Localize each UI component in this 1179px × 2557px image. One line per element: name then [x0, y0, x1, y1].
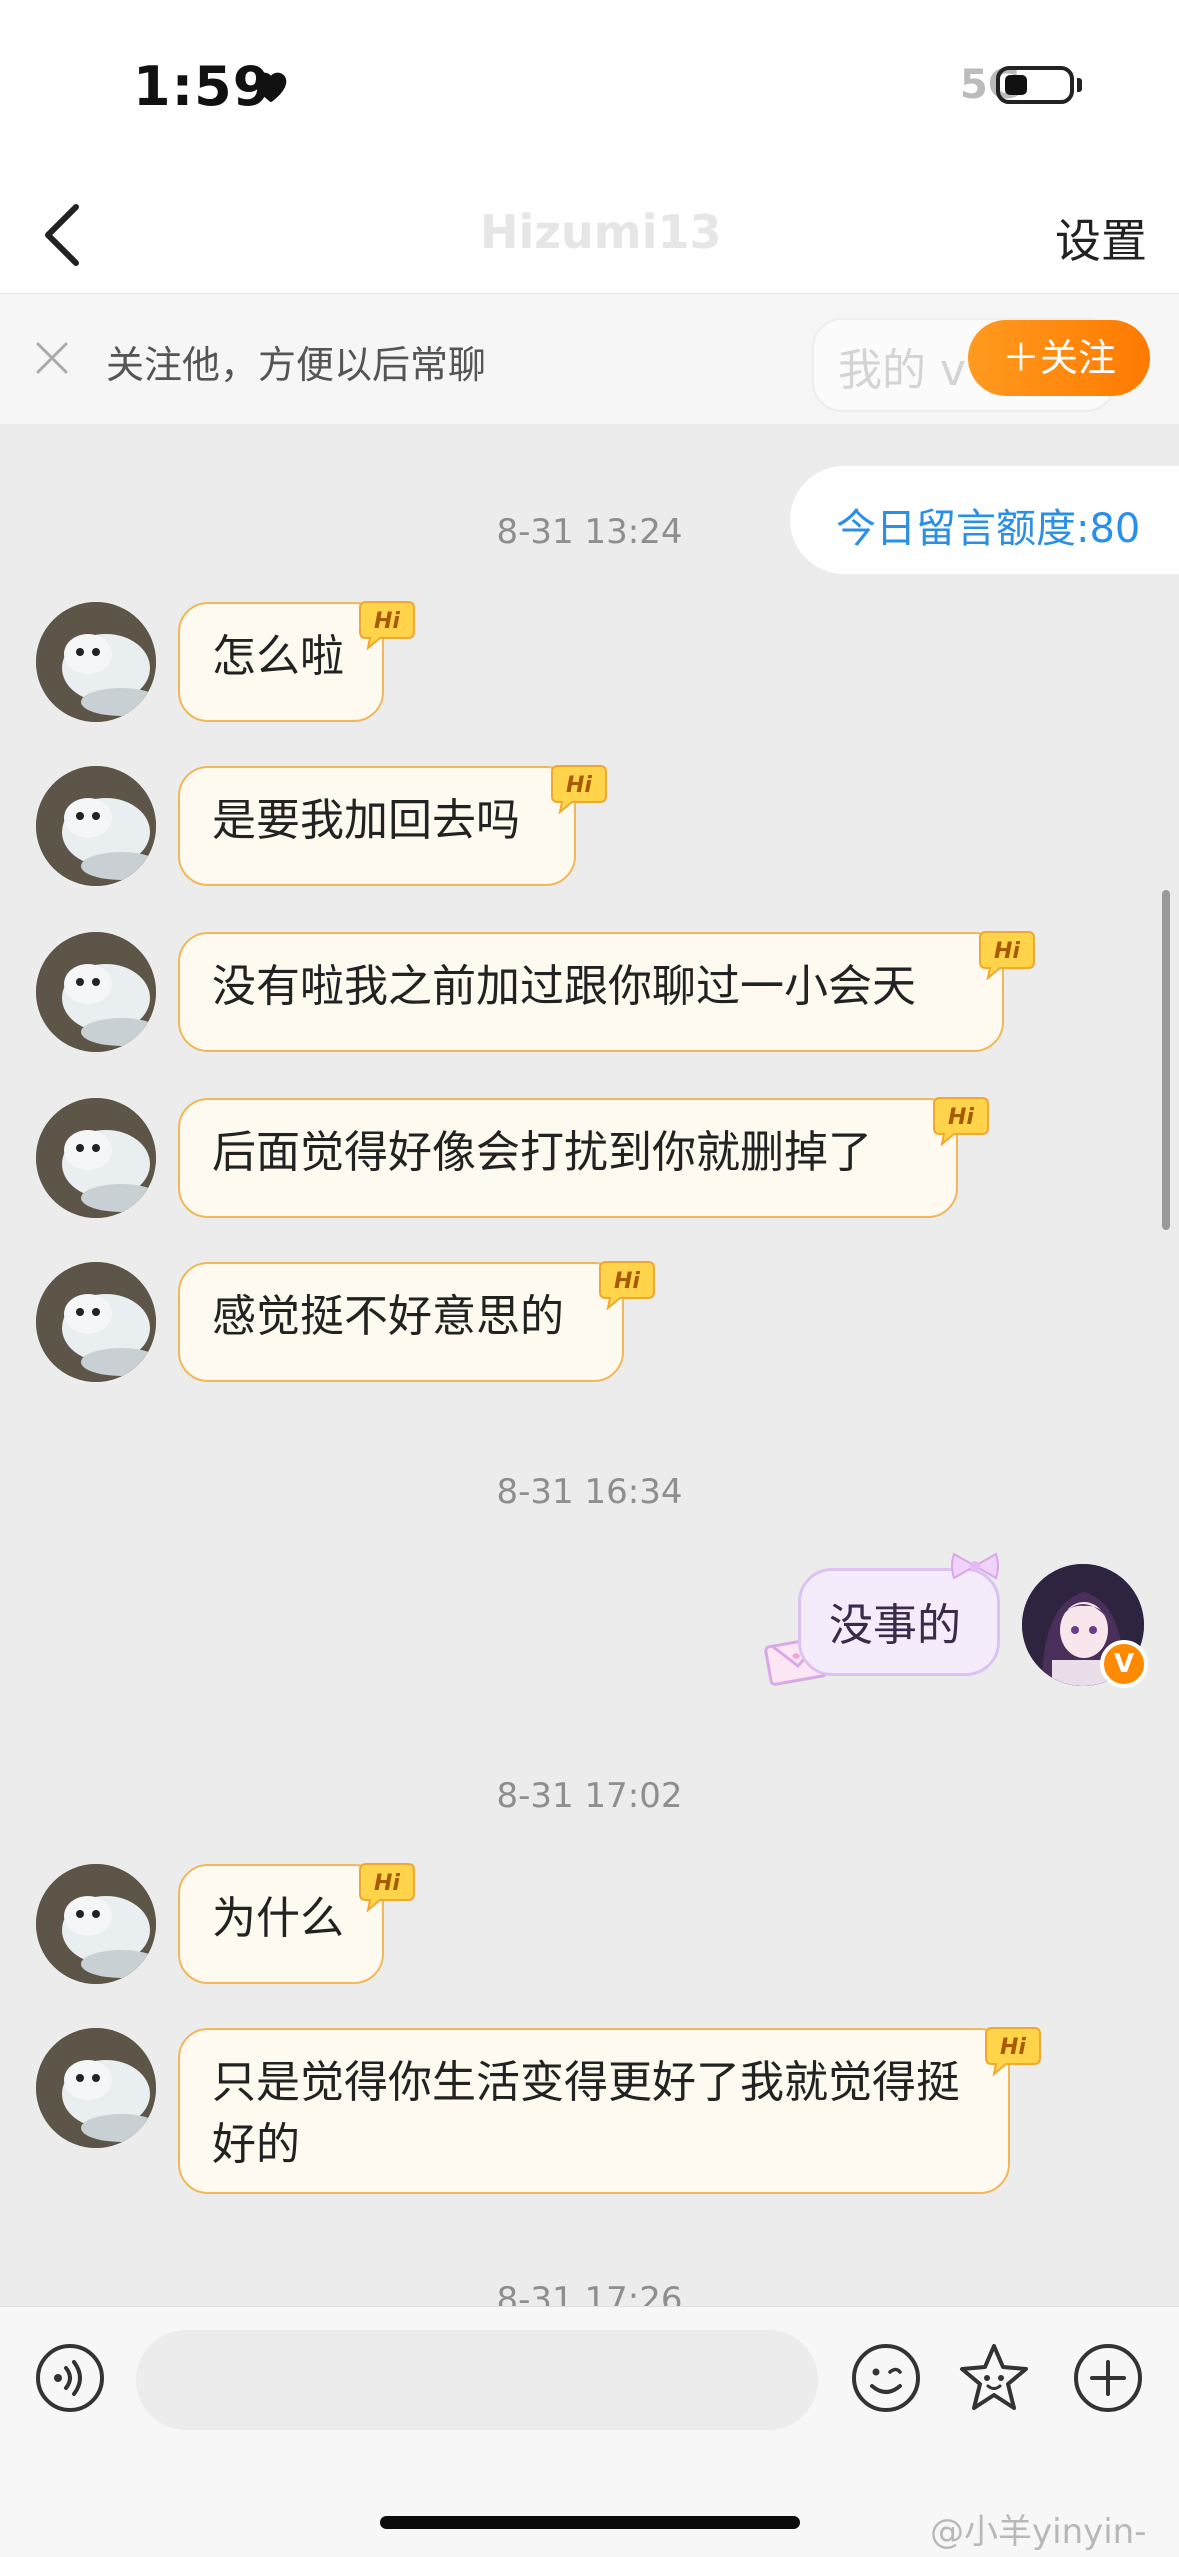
- battery-tip: [1077, 78, 1082, 92]
- emoji-icon[interactable]: [850, 2342, 922, 2414]
- timestamp: 8-31 17:02: [496, 1776, 683, 1816]
- bow-decoration-icon: [951, 1552, 999, 1580]
- follow-button[interactable]: ＋关注: [968, 320, 1150, 396]
- hi-badge-label: Hi: [994, 939, 1020, 964]
- hi-badge-icon: Hi: [359, 1863, 415, 1912]
- contact-avatar[interactable]: [36, 1098, 156, 1218]
- hi-badge-label: Hi: [614, 1269, 640, 1294]
- contact-avatar[interactable]: [36, 932, 156, 1052]
- close-icon[interactable]: [32, 338, 72, 378]
- contact-avatar[interactable]: [36, 766, 156, 886]
- message-bubble[interactable]: 怎么啦: [178, 602, 384, 722]
- timestamp: 8-31 13:24: [496, 512, 683, 552]
- message-bubble[interactable]: 只是觉得你生活变得更好了我就觉得挺好的: [178, 2028, 1010, 2194]
- message-bubble[interactable]: 后面觉得好像会打扰到你就删掉了: [178, 1098, 958, 1218]
- message-bubble[interactable]: 没有啦我之前加过跟你聊过一小会天: [178, 932, 1004, 1052]
- contact-avatar[interactable]: [36, 1864, 156, 1984]
- plus-icon[interactable]: [1072, 2342, 1144, 2414]
- settings-button[interactable]: 设置: [1055, 205, 1147, 271]
- hi-badge-icon: Hi: [551, 765, 607, 814]
- hi-badge-label: Hi: [566, 773, 592, 798]
- back-arrow-icon[interactable]: [28, 195, 98, 275]
- contact-avatar[interactable]: [36, 602, 156, 722]
- hi-badge-icon: Hi: [599, 1261, 655, 1310]
- watermark: @小羊yinyin-: [930, 2512, 1147, 2552]
- contact-avatar[interactable]: [36, 1262, 156, 1382]
- message-input[interactable]: [136, 2330, 818, 2430]
- hi-badge-label: Hi: [374, 1871, 400, 1896]
- hi-badge-icon: Hi: [985, 2027, 1041, 2076]
- sticker-icon[interactable]: [956, 2340, 1032, 2416]
- hi-badge-label: Hi: [948, 1105, 974, 1130]
- status-bar: 1:59 5G: [0, 0, 1179, 175]
- my-message-text: 没事的: [829, 1600, 961, 1651]
- chat-title: Hizumi13: [480, 205, 722, 259]
- hi-badge-label: Hi: [374, 609, 400, 634]
- battery-icon: [996, 66, 1074, 104]
- hi-badge-icon: Hi: [359, 601, 415, 650]
- verified-badge-icon: V: [1100, 1640, 1148, 1688]
- my-message-bubble[interactable]: 没事的: [798, 1568, 1000, 1676]
- hi-badge-icon: Hi: [933, 1097, 989, 1146]
- nav-bar: Hizumi13 设置: [0, 175, 1179, 294]
- heart-icon: [255, 72, 287, 103]
- hi-badge-label: Hi: [1000, 2035, 1026, 2060]
- ghost-text: 我的 v: [838, 345, 967, 396]
- timestamp-partial: 8-31 17:26: [496, 2280, 683, 2306]
- message-bubble[interactable]: 感觉挺不好意思的: [178, 1262, 624, 1382]
- message-bubble[interactable]: 为什么: [178, 1864, 384, 1984]
- follow-prompt: 关注他，方便以后常聊: [106, 343, 487, 387]
- scrollbar[interactable]: [1162, 890, 1170, 1230]
- contact-avatar[interactable]: [36, 2028, 156, 2148]
- message-bubble[interactable]: 是要我加回去吗: [178, 766, 576, 886]
- voice-icon[interactable]: [34, 2342, 106, 2414]
- follow-banner: 关注他，方便以后常聊 我的 v ＋关注: [0, 294, 1179, 424]
- hi-badge-icon: Hi: [979, 931, 1035, 980]
- timestamp: 8-31 16:34: [496, 1472, 683, 1512]
- home-indicator: [380, 2516, 800, 2529]
